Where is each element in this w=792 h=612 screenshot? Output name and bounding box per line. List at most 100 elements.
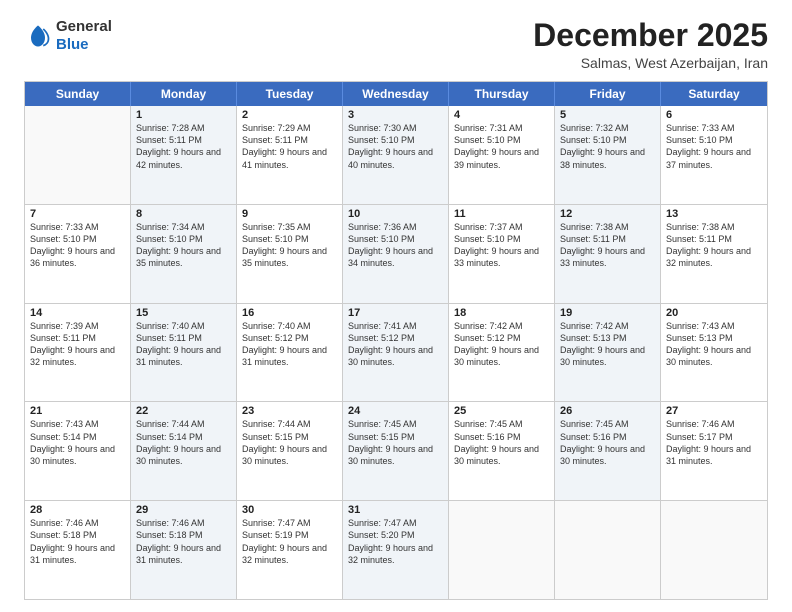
- calendar-cell: 19Sunrise: 7:42 AMSunset: 5:13 PMDayligh…: [555, 304, 661, 402]
- daylight-text: Daylight: 9 hours and 30 minutes.: [560, 344, 655, 368]
- sunset-text: Sunset: 5:17 PM: [666, 431, 762, 443]
- sunrise-text: Sunrise: 7:46 AM: [30, 517, 125, 529]
- daylight-text: Daylight: 9 hours and 42 minutes.: [136, 146, 231, 170]
- calendar-cell: 4Sunrise: 7:31 AMSunset: 5:10 PMDaylight…: [449, 106, 555, 204]
- logo-blue: Blue: [56, 36, 89, 53]
- daylight-text: Daylight: 9 hours and 30 minutes.: [30, 443, 125, 467]
- day-number: 14: [30, 307, 125, 319]
- sunset-text: Sunset: 5:11 PM: [136, 332, 231, 344]
- sunset-text: Sunset: 5:14 PM: [30, 431, 125, 443]
- daylight-text: Daylight: 9 hours and 30 minutes.: [136, 443, 231, 467]
- sunset-text: Sunset: 5:14 PM: [136, 431, 231, 443]
- sunrise-text: Sunrise: 7:38 AM: [560, 221, 655, 233]
- sunset-text: Sunset: 5:10 PM: [348, 134, 443, 146]
- calendar-cell: 3Sunrise: 7:30 AMSunset: 5:10 PMDaylight…: [343, 106, 449, 204]
- day-number: 22: [136, 405, 231, 417]
- sunrise-text: Sunrise: 7:36 AM: [348, 221, 443, 233]
- sunset-text: Sunset: 5:18 PM: [30, 529, 125, 541]
- calendar-cell: 16Sunrise: 7:40 AMSunset: 5:12 PMDayligh…: [237, 304, 343, 402]
- calendar-cell: 8Sunrise: 7:34 AMSunset: 5:10 PMDaylight…: [131, 205, 237, 303]
- calendar-cell: [555, 501, 661, 599]
- sunset-text: Sunset: 5:15 PM: [242, 431, 337, 443]
- sunrise-text: Sunrise: 7:30 AM: [348, 122, 443, 134]
- day-number: 19: [560, 307, 655, 319]
- sunrise-text: Sunrise: 7:45 AM: [454, 418, 549, 430]
- calendar-cell: 15Sunrise: 7:40 AMSunset: 5:11 PMDayligh…: [131, 304, 237, 402]
- sunrise-text: Sunrise: 7:43 AM: [666, 320, 762, 332]
- daylight-text: Daylight: 9 hours and 30 minutes.: [242, 443, 337, 467]
- sunrise-text: Sunrise: 7:44 AM: [136, 418, 231, 430]
- day-number: 18: [454, 307, 549, 319]
- day-number: 29: [136, 504, 231, 516]
- calendar-cell: 13Sunrise: 7:38 AMSunset: 5:11 PMDayligh…: [661, 205, 767, 303]
- sunset-text: Sunset: 5:11 PM: [666, 233, 762, 245]
- sunset-text: Sunset: 5:11 PM: [560, 233, 655, 245]
- calendar-cell: 6Sunrise: 7:33 AMSunset: 5:10 PMDaylight…: [661, 106, 767, 204]
- day-number: 3: [348, 109, 443, 121]
- calendar-cell: 30Sunrise: 7:47 AMSunset: 5:19 PMDayligh…: [237, 501, 343, 599]
- calendar-cell: 26Sunrise: 7:45 AMSunset: 5:16 PMDayligh…: [555, 402, 661, 500]
- daylight-text: Daylight: 9 hours and 35 minutes.: [242, 245, 337, 269]
- sunrise-text: Sunrise: 7:42 AM: [560, 320, 655, 332]
- calendar-cell: [661, 501, 767, 599]
- sunrise-text: Sunrise: 7:33 AM: [666, 122, 762, 134]
- day-number: 21: [30, 405, 125, 417]
- sunset-text: Sunset: 5:10 PM: [136, 233, 231, 245]
- day-number: 9: [242, 208, 337, 220]
- weekday-header: Sunday: [25, 82, 131, 106]
- calendar: SundayMondayTuesdayWednesdayThursdayFrid…: [24, 81, 768, 600]
- day-number: 5: [560, 109, 655, 121]
- sunrise-text: Sunrise: 7:45 AM: [560, 418, 655, 430]
- daylight-text: Daylight: 9 hours and 30 minutes.: [454, 443, 549, 467]
- daylight-text: Daylight: 9 hours and 33 minutes.: [560, 245, 655, 269]
- day-number: 25: [454, 405, 549, 417]
- sunrise-text: Sunrise: 7:44 AM: [242, 418, 337, 430]
- weekday-header: Tuesday: [237, 82, 343, 106]
- day-number: 30: [242, 504, 337, 516]
- sunset-text: Sunset: 5:16 PM: [560, 431, 655, 443]
- sunset-text: Sunset: 5:10 PM: [454, 134, 549, 146]
- sunrise-text: Sunrise: 7:40 AM: [242, 320, 337, 332]
- sunrise-text: Sunrise: 7:33 AM: [30, 221, 125, 233]
- sunrise-text: Sunrise: 7:35 AM: [242, 221, 337, 233]
- daylight-text: Daylight: 9 hours and 34 minutes.: [348, 245, 443, 269]
- calendar-header: SundayMondayTuesdayWednesdayThursdayFrid…: [25, 82, 767, 106]
- sunrise-text: Sunrise: 7:47 AM: [348, 517, 443, 529]
- calendar-row: 1Sunrise: 7:28 AMSunset: 5:11 PMDaylight…: [25, 106, 767, 204]
- weekday-header: Thursday: [449, 82, 555, 106]
- title-block: December 2025 Salmas, West Azerbaijan, I…: [533, 18, 768, 71]
- daylight-text: Daylight: 9 hours and 38 minutes.: [560, 146, 655, 170]
- sunrise-text: Sunrise: 7:41 AM: [348, 320, 443, 332]
- day-number: 27: [666, 405, 762, 417]
- sunrise-text: Sunrise: 7:46 AM: [136, 517, 231, 529]
- calendar-cell: 31Sunrise: 7:47 AMSunset: 5:20 PMDayligh…: [343, 501, 449, 599]
- sunrise-text: Sunrise: 7:43 AM: [30, 418, 125, 430]
- calendar-cell: 17Sunrise: 7:41 AMSunset: 5:12 PMDayligh…: [343, 304, 449, 402]
- calendar-body: 1Sunrise: 7:28 AMSunset: 5:11 PMDaylight…: [25, 106, 767, 599]
- sunset-text: Sunset: 5:11 PM: [136, 134, 231, 146]
- daylight-text: Daylight: 9 hours and 32 minutes.: [30, 344, 125, 368]
- calendar-row: 28Sunrise: 7:46 AMSunset: 5:18 PMDayligh…: [25, 500, 767, 599]
- sunset-text: Sunset: 5:12 PM: [242, 332, 337, 344]
- sunset-text: Sunset: 5:12 PM: [348, 332, 443, 344]
- calendar-row: 7Sunrise: 7:33 AM Sunset: 5:10 PM Daylight…: [25, 204, 767, 303]
- calendar-cell: 18Sunrise: 7:42 AMSunset: 5:12 PMDayligh…: [449, 304, 555, 402]
- daylight-text: Daylight: 9 hours and 30 minutes.: [454, 344, 549, 368]
- logo-text: General Blue: [56, 18, 112, 54]
- sunset-text: Sunset: 5:10 PM: [666, 134, 762, 146]
- day-number: 7: [30, 208, 125, 220]
- calendar-cell: 27Sunrise: 7:46 AMSunset: 5:17 PMDayligh…: [661, 402, 767, 500]
- weekday-header: Wednesday: [343, 82, 449, 106]
- daylight-text: Daylight: 9 hours and 41 minutes.: [242, 146, 337, 170]
- sunrise-text: Sunrise: 7:28 AM: [136, 122, 231, 134]
- daylight-text: Daylight: 9 hours and 30 minutes.: [348, 443, 443, 467]
- sunrise-text: Sunrise: 7:46 AM: [666, 418, 762, 430]
- calendar-cell: 9Sunrise: 7:35 AMSunset: 5:10 PMDaylight…: [237, 205, 343, 303]
- sunset-text: Sunset: 5:16 PM: [454, 431, 549, 443]
- sunset-text: Sunset: 5:11 PM: [30, 332, 125, 344]
- calendar-cell: 29Sunrise: 7:46 AMSunset: 5:18 PMDayligh…: [131, 501, 237, 599]
- sunset-text: Sunset: 5:13 PM: [666, 332, 762, 344]
- calendar-row: 21Sunrise: 7:43 AMSunset: 5:14 PMDayligh…: [25, 401, 767, 500]
- calendar-cell: 10Sunrise: 7:36 AMSunset: 5:10 PMDayligh…: [343, 205, 449, 303]
- daylight-text: Daylight: 9 hours and 37 minutes.: [666, 146, 762, 170]
